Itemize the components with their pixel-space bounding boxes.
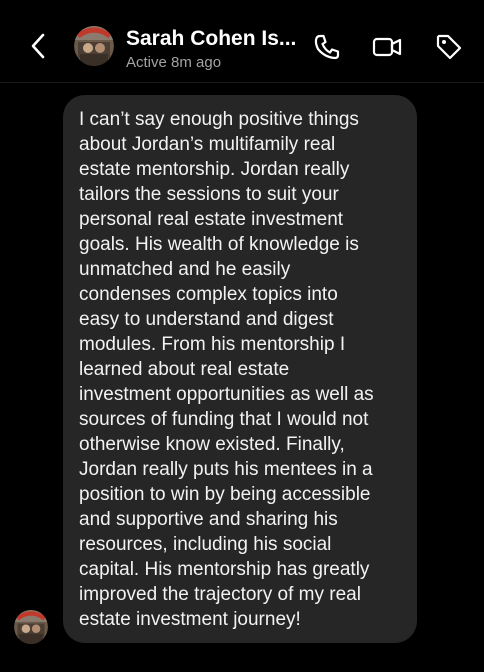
message-bubble[interactable]: I can’t say enough positive things about…	[63, 95, 417, 643]
contact-avatar[interactable]	[74, 26, 114, 66]
chat-header: Sarah Cohen Is... Active 8m ago	[0, 0, 484, 83]
phone-icon	[314, 34, 340, 60]
label-button[interactable]	[434, 32, 464, 62]
avatar-photo	[14, 610, 48, 644]
tag-icon	[436, 34, 462, 60]
contact-name: Sarah Cohen Is...	[126, 27, 297, 50]
chevron-left-icon	[31, 33, 45, 59]
contact-title[interactable]: Sarah Cohen Is... Active 8m ago	[126, 26, 306, 73]
video-call-button[interactable]	[372, 32, 402, 62]
back-button[interactable]	[26, 30, 50, 62]
sender-avatar[interactable]	[14, 610, 48, 644]
message-text: I can’t say enough positive things about…	[79, 109, 374, 630]
dm-conversation-screen: Sarah Cohen Is... Active 8m ago I can’t …	[0, 0, 484, 672]
active-status: Active 8m ago	[126, 54, 222, 71]
video-camera-icon	[372, 37, 402, 57]
call-button[interactable]	[312, 32, 342, 62]
avatar-photo	[74, 26, 114, 66]
